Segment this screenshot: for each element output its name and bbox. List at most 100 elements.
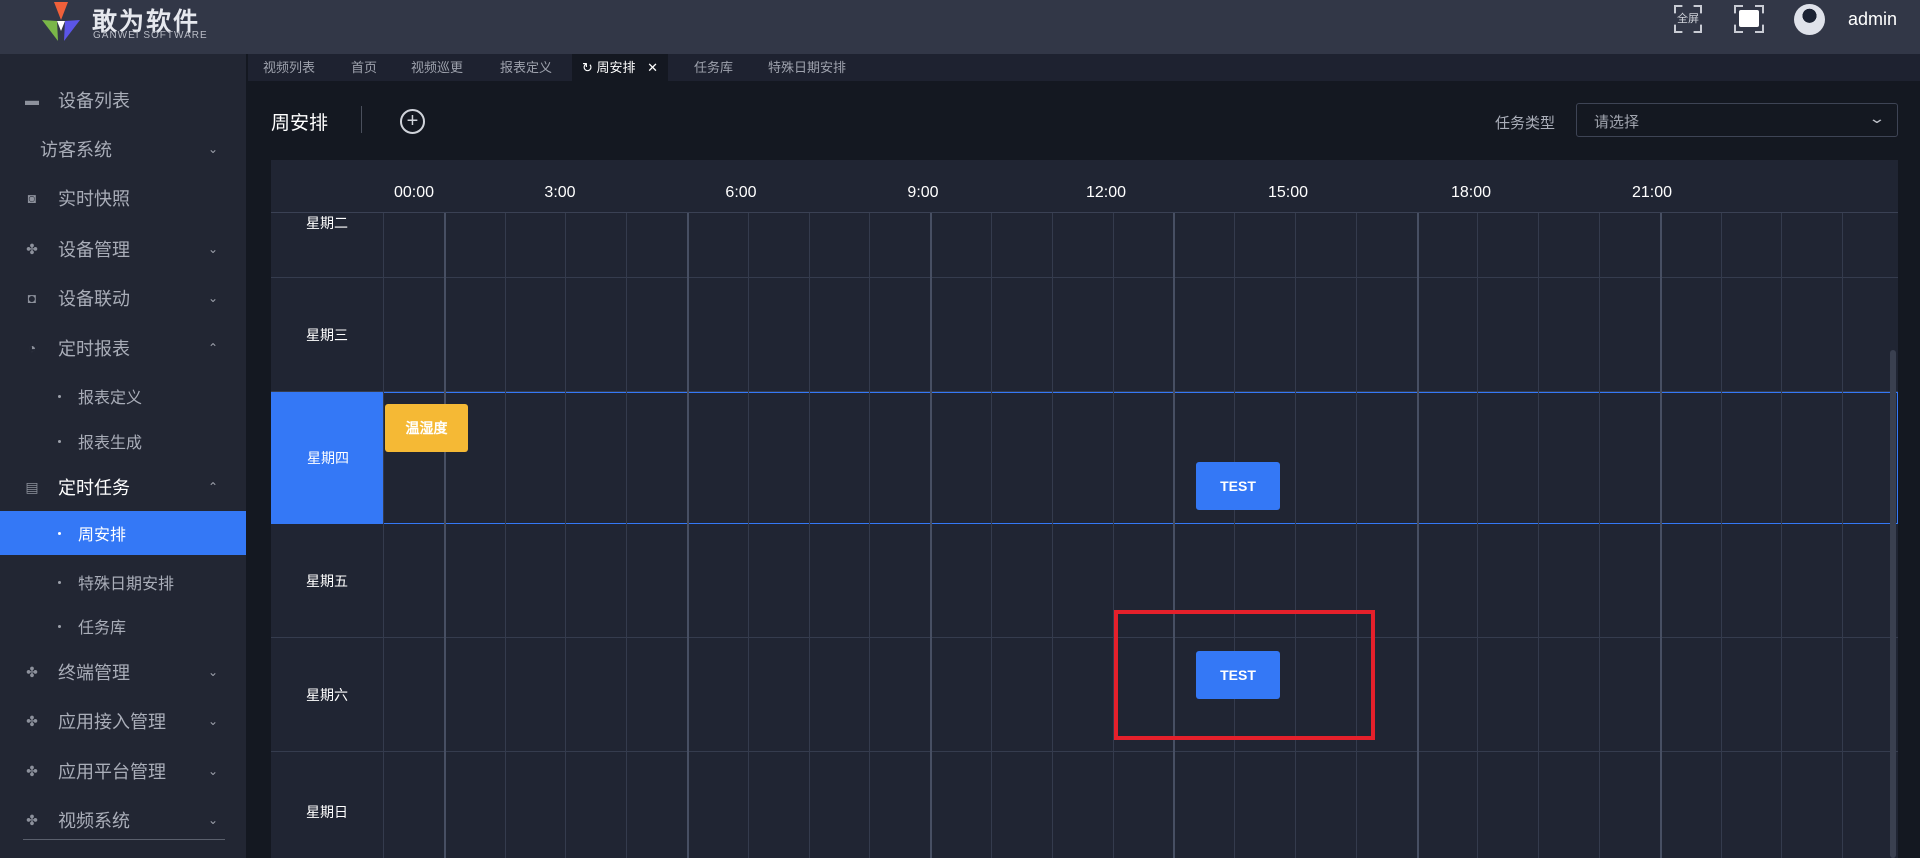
grid-line [1355,213,1357,858]
sidebar-item-label: 特殊日期安排 [78,576,175,593]
sidebar-item[interactable]: ◙ 实时快照 [0,178,246,218]
sidebar-item-label: 应用接入管理 [58,712,166,732]
schedule-event[interactable]: TEST [1196,462,1280,510]
sidebar-item-label: 周安排 [78,527,127,544]
sidebar-item[interactable]: ◔ 定时报表 ⌃ [0,328,246,368]
sidebar-item[interactable]: 周安排 [0,511,246,555]
tab-bar: 视频列表 首页 视频巡更 报表定义 ↻ 周安排 ✕ 任务库 特殊日期安排 [248,54,1920,81]
tab-item[interactable]: ↻ 周安排 ✕ [572,54,669,81]
clock-icon: ◔ [27,340,37,356]
tab-label: 视频巡更 [411,60,464,75]
grid-line [1477,213,1479,858]
sidebar-item[interactable]: ✤ 视频系统 ⌄ [0,800,246,840]
sidebar-item-label: 设备列表 [58,91,130,111]
page-title: 周安排 [271,113,329,134]
day-label[interactable]: 星期日 [271,752,383,858]
sidebar-item-label: 实时快照 [58,189,130,209]
day-label[interactable]: 星期五 [271,524,383,637]
bullet-icon [58,531,61,535]
chevron-down-icon: ⌄ [1868,110,1886,126]
chevron-down-icon[interactable]: ⌄ [208,291,218,305]
grid-line [1720,213,1722,858]
grid-line [808,213,810,858]
sidebar-item[interactable]: ▤ 定时任务 ⌃ [0,467,246,507]
divider [361,106,362,133]
screen-mode-icon[interactable] [1734,5,1764,33]
time-label: 3:00 [544,184,576,201]
bullet-icon [58,439,61,443]
day-label[interactable]: 星期二 [271,213,383,277]
sidebar-item-label: 设备管理 [58,240,130,260]
sidebar: ▬ 设备列表 访客系统 ⌄ ◙ 实时快照 ✤ 设备管理 ⌄ ◘ 设备联动 ⌄ ◔ 定时报表 ⌃ 报表定义 报表生… [0,54,246,858]
chevron-down-icon[interactable]: ⌄ [208,665,218,679]
tab-item[interactable]: 任务库 [694,54,733,81]
time-label: 18:00 [1450,184,1492,201]
tab-item[interactable]: 视频巡更 [411,54,463,81]
grid-line [1112,213,1114,858]
sidebar-item[interactable]: 报表生成 [0,419,246,463]
tab-item[interactable]: 特殊日期安排 [768,54,846,81]
refresh-icon[interactable]: ↻ [582,60,597,75]
chevron-down-icon[interactable]: ⌄ [208,142,218,156]
time-header: 00:00 3:00 6:00 9:00 12:00 15:00 18:00 21:00 [271,160,1898,213]
tab-item[interactable]: 视频列表 [263,54,315,81]
grid-line [1234,213,1236,858]
time-label: 15:00 [1267,184,1309,201]
scrollbar[interactable] [1890,350,1896,858]
time-label: 00:00 [393,184,435,201]
tab-item[interactable]: 报表定义 [500,54,552,81]
sidebar-item[interactable]: 报表定义 [0,374,246,418]
sidebar-item[interactable]: ✤ 终端管理 ⌄ [0,652,246,692]
grid-icon: ✤ [26,713,38,729]
grid-line [930,213,933,858]
day-label[interactable]: 星期六 [271,638,383,751]
sidebar-item[interactable]: ◘ 设备联动 ⌄ [0,278,246,318]
chevron-down-icon[interactable]: ⌄ [208,242,218,256]
sidebar-item[interactable]: 任务库 [0,604,246,648]
grid-line [1781,213,1783,858]
chevron-down-icon[interactable]: ⌄ [208,764,218,778]
sidebar-item-label: 定时任务 [58,478,130,498]
chevron-down-icon[interactable]: ⌄ [208,714,218,728]
avatar[interactable] [1794,4,1825,35]
fullscreen-icon[interactable]: 全屏 [1674,5,1702,33]
grid-line [443,213,446,858]
username[interactable]: admin [1848,9,1897,30]
schedule-event[interactable]: 温湿度 [385,404,468,452]
day-label[interactable]: 星期三 [271,278,383,391]
sidebar-item[interactable]: ✤ 应用接入管理 ⌄ [0,701,246,741]
sidebar-item[interactable]: ▬ 设备列表 [0,80,246,120]
add-icon[interactable]: + [400,109,425,134]
close-icon[interactable]: ✕ [644,60,658,75]
tab-item[interactable]: 首页 [351,54,377,81]
sidebar-item[interactable]: ✤ 应用平台管理 ⌄ [0,751,246,791]
time-label: 9:00 [907,184,939,201]
time-label: 6:00 [725,184,757,201]
chevron-up-icon[interactable]: ⌃ [208,480,218,494]
sidebar-item-label: 视频系统 [58,811,130,831]
day-row: 星期五 [271,524,1898,638]
sidebar-item-label: 终端管理 [58,663,130,683]
task-type-select[interactable]: 请选择 ⌄ [1576,103,1898,137]
camera-icon: ◙ [27,190,37,206]
monitor-icon: ▬ [25,92,39,108]
grid-line [1842,213,1844,858]
tab-label: 特殊日期安排 [768,60,847,75]
sidebar-item-label: 访客系统 [40,140,112,160]
day-label[interactable]: 星期四 [272,393,384,523]
sidebar-item[interactable]: 特殊日期安排 [0,560,246,604]
sidebar-item-label: 设备联动 [58,289,130,309]
highlight-box [1114,610,1375,740]
chevron-down-icon[interactable]: ⌄ [208,813,218,827]
brand-subtitle: GANWEI SOFTWARE [93,30,208,41]
grid-line [383,213,384,858]
sidebar-item[interactable]: ✤ 设备管理 ⌄ [0,229,246,269]
sidebar-item[interactable]: 访客系统 ⌄ [0,129,246,169]
chevron-up-icon[interactable]: ⌃ [208,341,218,355]
tab-label: 任务库 [694,60,734,75]
grid-icon: ✤ [26,664,38,680]
grid-line [991,213,992,858]
grid-icon: ✤ [26,763,38,779]
grid-icon: ✤ [26,812,38,828]
grid-line [626,213,628,858]
